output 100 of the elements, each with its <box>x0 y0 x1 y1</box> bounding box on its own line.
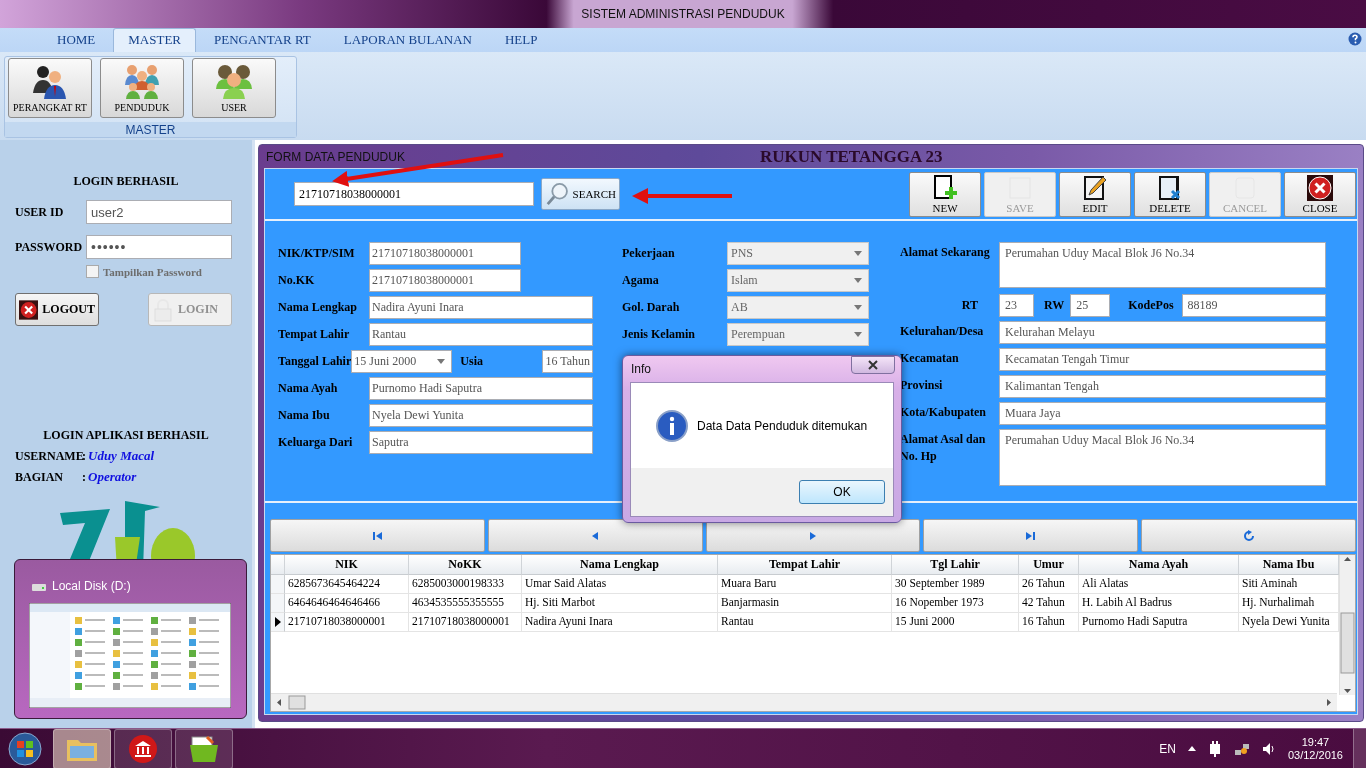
taskbar-app[interactable] <box>114 728 172 768</box>
ok-button[interactable]: OK <box>799 480 885 504</box>
user-id-field[interactable]: user2 <box>86 200 232 224</box>
field-label: Kelurahan/Desa <box>900 323 985 340</box>
ribbon-button[interactable]: USER <box>192 58 276 118</box>
navigation-button[interactable] <box>487 519 703 552</box>
text-area[interactable]: Perumahan Uduy Macal Blok J6 No.34 <box>999 429 1326 486</box>
password-field[interactable]: •••••• <box>86 235 232 259</box>
field-label: Agama <box>622 273 660 288</box>
text-field[interactable]: Purnomo Hadi Saputra <box>369 377 593 400</box>
dropdown[interactable]: PNS <box>727 242 869 265</box>
menu-tab[interactable]: HELP <box>490 28 553 52</box>
dropdown[interactable]: Perempuan <box>727 323 869 346</box>
table-cell: 30 September 1989 <box>892 575 1019 594</box>
text-field[interactable]: Nyela Dewi Yunita <box>369 404 593 427</box>
text-area[interactable]: Perumahan Uduy Macal Blok J6 No.34 <box>999 242 1326 288</box>
clock-date[interactable]: 03/12/2016 <box>1287 749 1343 761</box>
start-button[interactable] <box>8 731 42 766</box>
text-field[interactable]: Saputra <box>369 431 593 454</box>
language-indicator[interactable]: EN <box>1159 741 1176 756</box>
field-label: Pekerjaan <box>622 246 676 261</box>
dropdown-caret-icon <box>854 332 862 337</box>
field-label: Gol. Darah <box>622 300 681 315</box>
field-label: No.KK <box>278 273 316 288</box>
speaker-icon[interactable] <box>1261 741 1276 756</box>
last-record-icon <box>1024 529 1037 542</box>
field-label: NIK/KTP/SIM <box>278 246 356 261</box>
building-icon <box>128 733 158 764</box>
column-header[interactable]: Umur <box>1019 555 1079 575</box>
text-field[interactable]: 21710718038000001 <box>369 242 521 265</box>
text-field[interactable]: Nadira Ayuni Inara <box>369 296 593 319</box>
field-label: Nama Ayah <box>278 381 339 396</box>
text-field[interactable]: Kecamatan Tengah Timur <box>999 348 1326 371</box>
field-label: Usia <box>460 354 484 369</box>
current-row-icon <box>274 617 281 627</box>
date-picker[interactable]: 15 Juni 2000 <box>351 350 453 373</box>
toolbar-button[interactable]: DELETE <box>1134 171 1206 217</box>
text-field[interactable]: Kalimantan Tengah <box>999 375 1326 398</box>
column-header[interactable]: NoKK <box>409 555 522 575</box>
ribbon-button[interactable]: PENDUDUK <box>100 58 184 118</box>
table-cell: 6285673645464224 <box>285 575 409 594</box>
save-icon <box>1007 174 1033 201</box>
field-label: Tanggal Lahir <box>278 354 352 369</box>
menu-tab[interactable]: MASTER <box>113 28 196 52</box>
text-field[interactable]: Rantau <box>369 323 593 346</box>
text-field[interactable]: Muara Jaya <box>999 402 1326 425</box>
scrollbar[interactable] <box>1339 555 1355 695</box>
logout-button[interactable]: LOGOUT <box>15 293 99 326</box>
toolbar-button[interactable]: EDIT <box>1059 171 1131 217</box>
scrollbar[interactable] <box>271 693 1337 711</box>
search-field[interactable]: 21710718038000001 <box>294 182 534 206</box>
info-icon <box>656 409 688 442</box>
refresh-icon <box>1242 529 1255 542</box>
info-value: Uduy Macal <box>88 448 155 464</box>
toolbar-button[interactable]: NEW <box>909 171 981 217</box>
info-label: BAGIAN <box>15 470 64 485</box>
dialog-message: Data Data Penduduk ditemukan <box>697 418 868 433</box>
column-header[interactable]: Nama Ayah <box>1079 555 1239 575</box>
column-header[interactable]: Nama Lengkap <box>522 555 718 575</box>
checkbox[interactable] <box>86 265 99 278</box>
info-label: USERNAME <box>15 449 82 464</box>
info-value: Operator <box>88 469 137 485</box>
field-label: Kecamatan <box>900 350 960 367</box>
search-button[interactable]: SEARCH <box>541 178 620 210</box>
table-cell: 6464646464646466 <box>285 594 409 613</box>
table-cell: 42 Tahun <box>1019 594 1079 613</box>
dropdown[interactable]: AB <box>727 296 869 319</box>
column-header[interactable]: NIK <box>285 555 409 575</box>
column-header[interactable]: Nama Ibu <box>1239 555 1339 575</box>
checkbox-label: Tampilkan Password <box>103 265 202 278</box>
table-cell: 21710718038000001 <box>409 613 522 632</box>
column-header[interactable]: Tempat Lahir <box>718 555 892 575</box>
menu-tab[interactable]: LAPORAN BULANAN <box>328 28 487 52</box>
separator: : <box>82 449 87 464</box>
text-field[interactable]: 23 <box>999 294 1034 317</box>
help-icon[interactable] <box>1348 32 1362 46</box>
column-header[interactable]: Tgl Lahir <box>892 555 1019 575</box>
field-label: Keluarga Dari <box>278 435 354 450</box>
taskbar-app[interactable] <box>175 728 233 768</box>
window-thumbnail-drawing[interactable] <box>29 603 231 708</box>
text-field[interactable]: 16 Tahun <box>542 350 593 373</box>
text-field[interactable]: 21710718038000001 <box>369 269 521 292</box>
table-cell: Banjarmasin <box>718 594 892 613</box>
network-icon[interactable] <box>1233 741 1250 756</box>
close-button[interactable] <box>851 356 895 374</box>
text-field[interactable]: Kelurahan Melayu <box>999 321 1326 344</box>
menu-tab[interactable]: PENGANTAR RT <box>199 28 326 52</box>
dropdown[interactable]: Islam <box>727 269 869 292</box>
menu-tab[interactable]: HOME <box>42 28 111 52</box>
show-hidden-icons-icon[interactable] <box>1187 746 1196 751</box>
text-field[interactable]: 88189 <box>1181 294 1326 317</box>
edit-icon <box>1082 174 1108 201</box>
ribbon-button[interactable]: PERANGKAT RT <box>8 58 92 118</box>
table-cell: Hj. Siti Marbot <box>522 594 718 613</box>
clock-time[interactable]: 19:47 <box>1301 736 1330 748</box>
text-field[interactable]: 25 <box>1070 294 1111 317</box>
table-cell: 4634535555355555 <box>409 594 522 613</box>
toolbar-button[interactable]: CLOSE <box>1284 171 1356 217</box>
power-plug-icon[interactable] <box>1207 740 1222 757</box>
table-cell: 16 Nopember 1973 <box>892 594 1019 613</box>
